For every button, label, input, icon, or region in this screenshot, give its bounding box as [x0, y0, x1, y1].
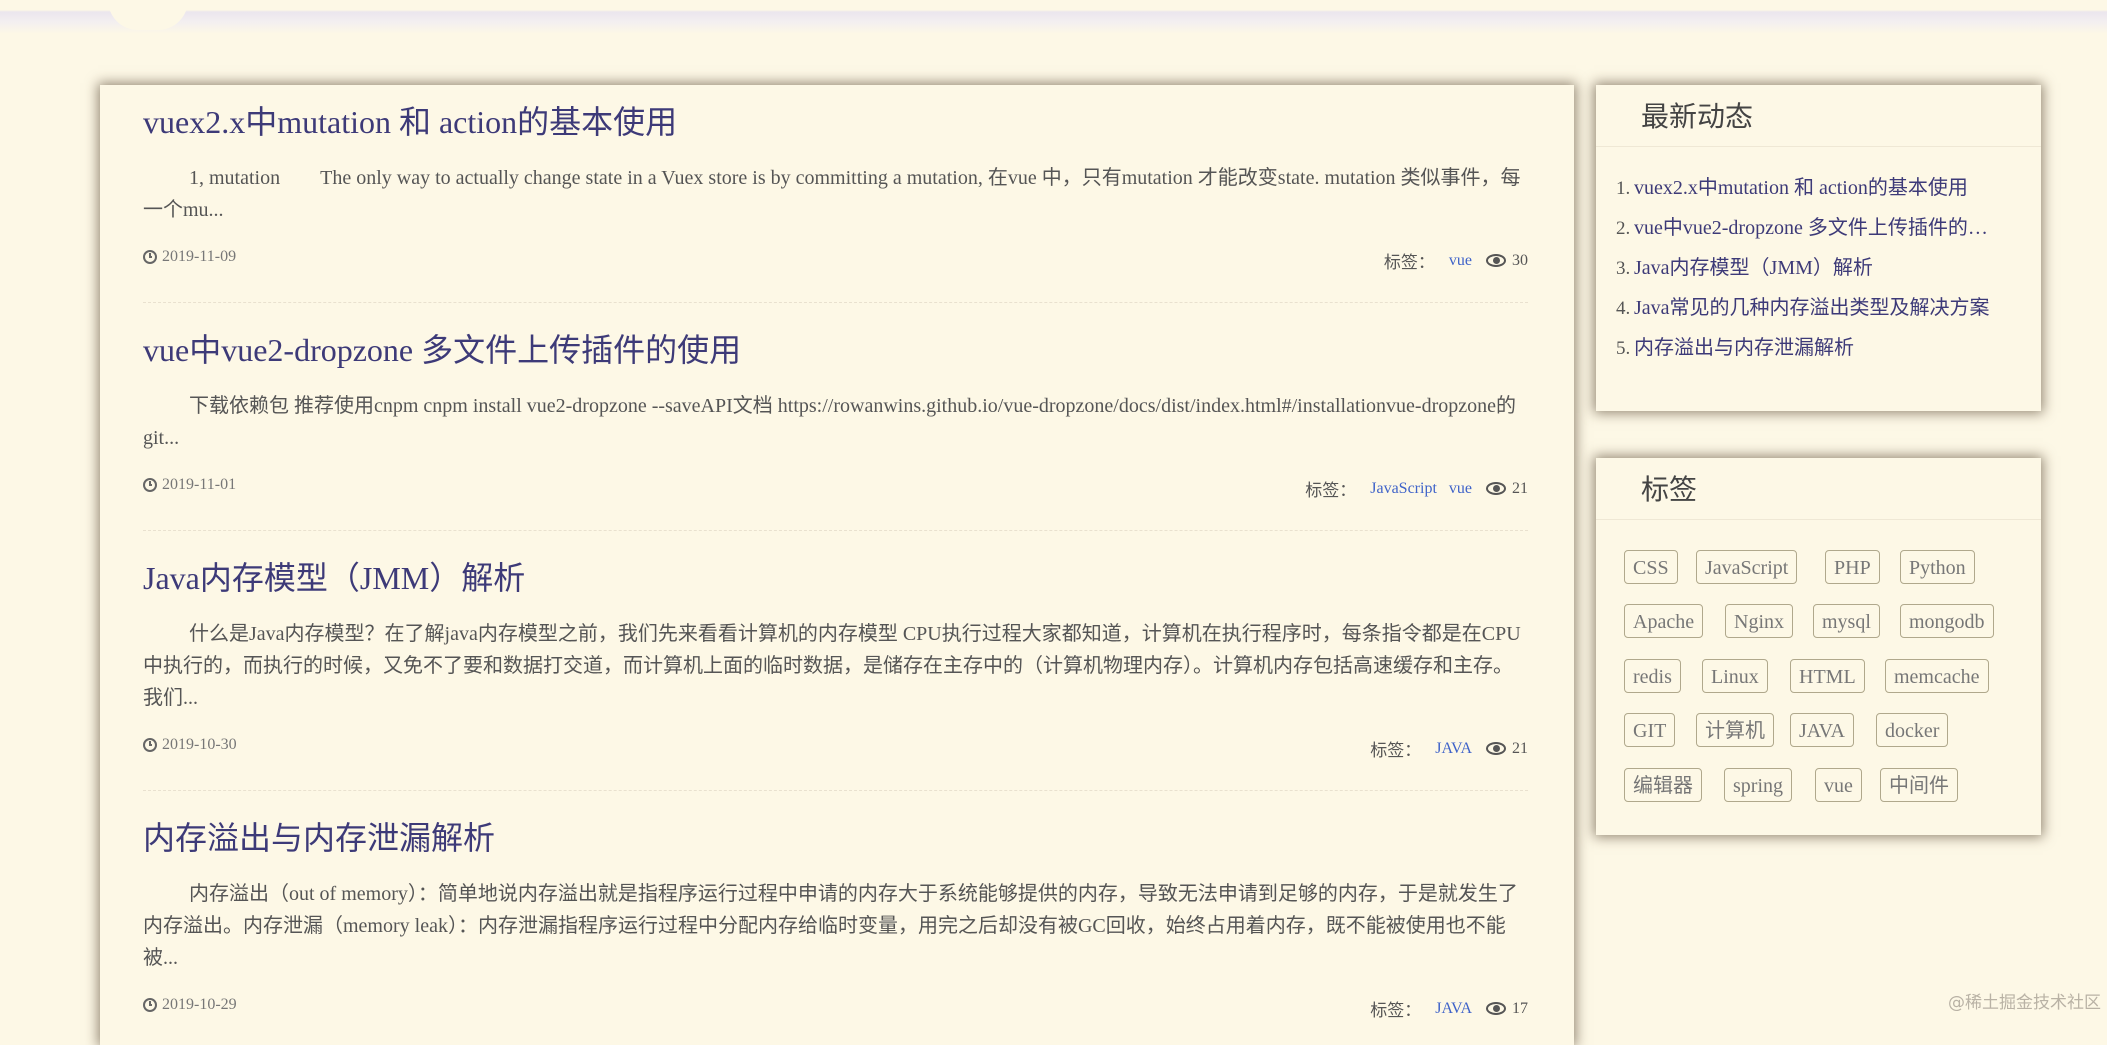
article-summary: 下载依赖包 推荐使用cnpm cnpm install vue2-dropzon…: [143, 395, 1517, 449]
tag-computer[interactable]: 计算机: [1696, 713, 1774, 747]
article-item: Java内存模型（JMM）解析 什么是Java内存模型？在了解java内存模型之…: [143, 558, 1528, 791]
news-link[interactable]: vue中vue2-dropzone 多文件上传插件的…: [1634, 217, 1988, 239]
eye-icon: [1486, 253, 1508, 268]
eye-icon: [1486, 1001, 1508, 1016]
article-date-text: 2019-10-29: [162, 996, 237, 1013]
article-summary: 1, mutation The only way to actually cha…: [143, 167, 1521, 221]
article-meta: 2019-10-29 标签： JAVA 17: [143, 996, 1528, 1021]
tag-css[interactable]: CSS: [1624, 550, 1678, 584]
tags-label: 标签：: [1383, 253, 1435, 272]
article-date: 2019-11-01: [143, 476, 236, 494]
latest-news-list: 1. vuex2.x中mutation 和 action的基本使用 2. vue中v…: [1616, 171, 2021, 371]
article-divider: [143, 790, 1528, 791]
view-count: 17: [1512, 999, 1528, 1017]
article-title[interactable]: Java内存模型（JMM）解析: [143, 558, 1528, 598]
news-item[interactable]: 2. vue中vue2-dropzone 多文件上传插件的…: [1616, 211, 2021, 251]
article-tag-link[interactable]: vue: [1449, 252, 1472, 270]
article-tag-link[interactable]: JAVA: [1435, 740, 1472, 758]
news-link[interactable]: Java常见的几种内存溢出类型及解决方案: [1634, 297, 1990, 319]
top-header-strip: [0, 0, 2107, 34]
article-item: vue中vue2-dropzone 多文件上传插件的使用 下载依赖包 推荐使用c…: [143, 330, 1528, 531]
article-list-panel: vuex2.x中mutation 和 action的基本使用 1, mutati…: [100, 85, 1574, 1045]
article-title[interactable]: 内存溢出与内存泄漏解析: [143, 818, 1528, 858]
panel-divider: [1596, 519, 2041, 520]
panel-divider: [1596, 146, 2041, 147]
tag-vue[interactable]: vue: [1815, 768, 1862, 802]
article-tags-views: 标签： JAVA 17: [1370, 996, 1528, 1021]
tag-redis[interactable]: redis: [1624, 659, 1681, 693]
latest-news-panel: 最新动态 1. vuex2.x中mutation 和 action的基本使用 2.…: [1596, 85, 2041, 411]
tag-python[interactable]: Python: [1900, 550, 1975, 584]
eye-icon: [1486, 481, 1508, 496]
clock-icon: [143, 738, 157, 752]
article-meta: 2019-11-01 标签： JavaScript vue 21: [143, 476, 1528, 501]
tag-nginx[interactable]: Nginx: [1725, 604, 1793, 638]
tag-memcache[interactable]: memcache: [1885, 659, 1989, 693]
article-item: vuex2.x中mutation 和 action的基本使用 1, mutati…: [143, 102, 1528, 303]
article-date-text: 2019-11-01: [162, 476, 237, 493]
tag-spring[interactable]: spring: [1724, 768, 1792, 802]
tag-java[interactable]: JAVA: [1790, 713, 1854, 747]
article-tag-link[interactable]: vue: [1449, 480, 1472, 498]
clock-icon: [143, 250, 157, 264]
tags-label: 标签：: [1370, 1001, 1422, 1020]
news-number: 3.: [1616, 258, 1631, 279]
clock-icon: [143, 478, 157, 492]
latest-news-title: 最新动态: [1641, 100, 1754, 133]
tag-docker[interactable]: docker: [1876, 713, 1949, 747]
article-meta: 2019-11-09 标签： vue 30: [143, 248, 1528, 273]
news-link[interactable]: 内存溢出与内存泄漏解析: [1634, 337, 1854, 359]
view-count: 30: [1512, 251, 1528, 269]
tag-git[interactable]: GIT: [1624, 713, 1676, 747]
news-number: 4.: [1616, 298, 1631, 319]
tag-middleware[interactable]: 中间件: [1880, 768, 1958, 802]
article-divider: [143, 530, 1528, 531]
tag-javascript[interactable]: JavaScript: [1696, 550, 1798, 584]
article-tags-views: 标签： JavaScript vue 21: [1305, 476, 1528, 501]
article-item: 内存溢出与内存泄漏解析 内存溢出（out of memory）：简单地说内存溢出…: [143, 818, 1528, 1020]
article-date-text: 2019-11-09: [162, 248, 237, 265]
article-tags-views: 标签： vue 30: [1384, 248, 1528, 273]
clock-icon: [143, 998, 157, 1012]
news-number: 2.: [1616, 218, 1631, 239]
tag-apache[interactable]: Apache: [1624, 604, 1704, 638]
article-title[interactable]: vuex2.x中mutation 和 action的基本使用: [143, 102, 1528, 142]
tag-html[interactable]: HTML: [1790, 659, 1865, 693]
news-item[interactable]: 1. vuex2.x中mutation 和 action的基本使用: [1616, 171, 2021, 211]
eye-icon: [1486, 741, 1508, 756]
tag-mysql[interactable]: mysql: [1813, 604, 1880, 638]
news-item[interactable]: 4. Java常见的几种内存溢出类型及解决方案: [1616, 291, 2021, 331]
news-link[interactable]: vuex2.x中mutation 和 action的基本使用: [1634, 177, 1968, 199]
view-count: 21: [1512, 739, 1528, 757]
news-item[interactable]: 3. Java内存模型（JMM）解析: [1616, 251, 2021, 291]
article-tag-link[interactable]: JAVA: [1435, 1000, 1472, 1018]
tags-label: 标签：: [1370, 741, 1422, 760]
article-tag-link[interactable]: JavaScript: [1370, 480, 1437, 498]
article-summary: 什么是Java内存模型？在了解java内存模型之前，我们先来看看计算机的内存模型…: [143, 623, 1521, 709]
article-date-text: 2019-10-30: [162, 736, 237, 753]
tag-php[interactable]: PHP: [1825, 550, 1880, 584]
tags-label: 标签：: [1305, 481, 1357, 500]
watermark: @稀土掘金技术社区: [1948, 993, 2101, 1013]
article-title[interactable]: vue中vue2-dropzone 多文件上传插件的使用: [143, 330, 1528, 370]
tags-panel: 标签 CSS JavaScript PHP Python Apache Ngin…: [1596, 458, 2041, 835]
article-tags-views: 标签： JAVA 21: [1370, 736, 1528, 761]
article-date: 2019-10-29: [143, 996, 237, 1014]
article-divider: [143, 302, 1528, 303]
article-summary: 内存溢出（out of memory）：简单地说内存溢出就是指程序运行过程中申请…: [143, 883, 1518, 969]
tag-editor[interactable]: 编辑器: [1624, 768, 1702, 802]
article-date: 2019-11-09: [143, 248, 236, 266]
news-link[interactable]: Java内存模型（JMM）解析: [1634, 257, 1873, 279]
news-number: 1.: [1616, 178, 1631, 199]
article-meta: 2019-10-30 标签： JAVA 21: [143, 736, 1528, 761]
news-item[interactable]: 5. 内存溢出与内存泄漏解析: [1616, 331, 2021, 371]
news-number: 5.: [1616, 338, 1631, 359]
view-count: 21: [1512, 479, 1528, 497]
tags-panel-title: 标签: [1641, 473, 1698, 506]
tag-mongodb[interactable]: mongodb: [1900, 604, 1994, 638]
tag-linux[interactable]: Linux: [1702, 659, 1768, 693]
article-date: 2019-10-30: [143, 736, 237, 754]
